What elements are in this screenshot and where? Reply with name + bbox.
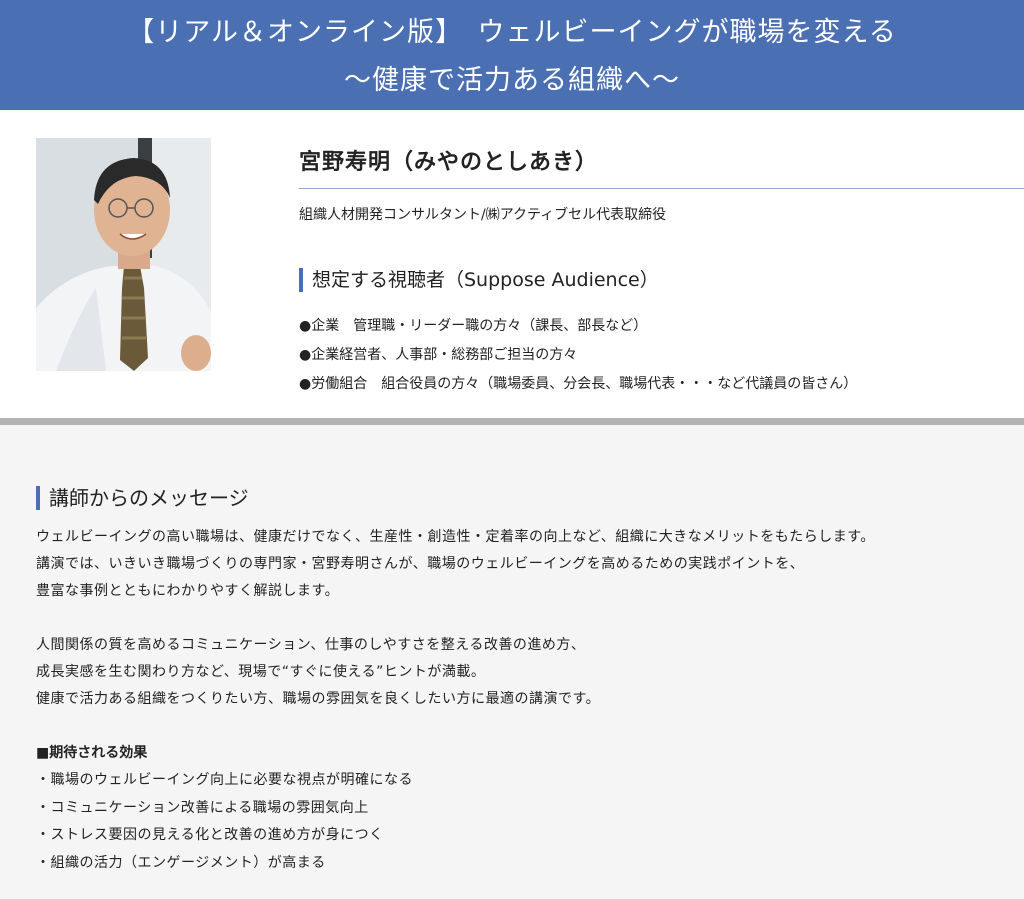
speaker-role: 組織人材開発コンサルタント/㈱アクティブセル代表取締役 [299,207,667,223]
section-divider [0,418,1024,425]
effect-item: ・コミュニケーション改善による職場の雰囲気向上 [36,799,369,816]
message-line: 成長実感を生む関わり方など、現場で“すぐに使える”ヒントが満載。 [36,664,486,680]
effect-item: ・組織の活力（エンゲージメント）が高まる [36,854,326,871]
effects-heading: ■期待される効果 [36,745,148,761]
speaker-portrait-image [36,138,211,371]
audience-list: ●企業 管理職・リーダー職の方々（課長、部長など） ●企業経営者、人事部・総務部… [299,312,857,399]
speaker-profile: 宮野寿明（みやのとしあき） 組織人材開発コンサルタント/㈱アクティブセル代表取締… [0,110,1024,418]
audience-item: ●労働組合 組合役員の方々（職場委員、分会長、職場代表・・・など代議員の皆さん） [299,376,858,392]
message-line: 健康で活力ある組織をつくりたい方、職場の雰囲気を良くしたい方に最適の講演です。 [36,691,601,707]
message-line: ウェルビーイングの高い職場は、健康だけでなく、生産性・創造性・定着率の向上など、… [36,529,875,545]
message-line: 豊富な事例とともにわかりやすく解説します。 [36,583,340,599]
effect-item: ・職場のウェルビーイング向上に必要な視点が明確になる [36,772,413,788]
effect-item: ・ストレス要因の見える化と改善の進め方が身につく [36,827,384,843]
message-body: ウェルビーイングの高い職場は、健康だけでなく、生産性・創造性・定着率の向上など、… [36,524,1016,877]
audience-item: ●企業経営者、人事部・総務部ご担当の方々 [299,347,578,363]
header-banner: 【リアル＆オンライン版】 ウェルビーイングが職場を変える 〜健康で活力ある組織へ… [0,0,1024,110]
audience-heading: 想定する視聴者（Suppose Audience） [299,268,659,292]
banner-title: 【リアル＆オンライン版】 ウェルビーイングが職場を変える [127,17,897,48]
message-line: 人間関係の質を高めるコミュニケーション、仕事のしやすさを整える改善の進め方、 [36,637,586,653]
banner-subtitle: 〜健康で活力ある組織へ〜 [344,65,680,96]
speaker-name: 宮野寿明（みやのとしあき） [299,150,599,175]
audience-item: ●企業 管理職・リーダー職の方々（課長、部長など） [299,318,648,334]
effects-list: ・職場のウェルビーイング向上に必要な視点が明確になる ・コミュニケーション改善に… [36,767,1016,877]
name-divider [299,188,1024,189]
speaker-photo [36,138,211,371]
message-heading: 講師からのメッセージ [36,486,249,510]
message-line: 講演では、いきいき職場づくりの専門家・宮野寿明さんが、職場のウェルビーイングを高… [36,556,805,572]
